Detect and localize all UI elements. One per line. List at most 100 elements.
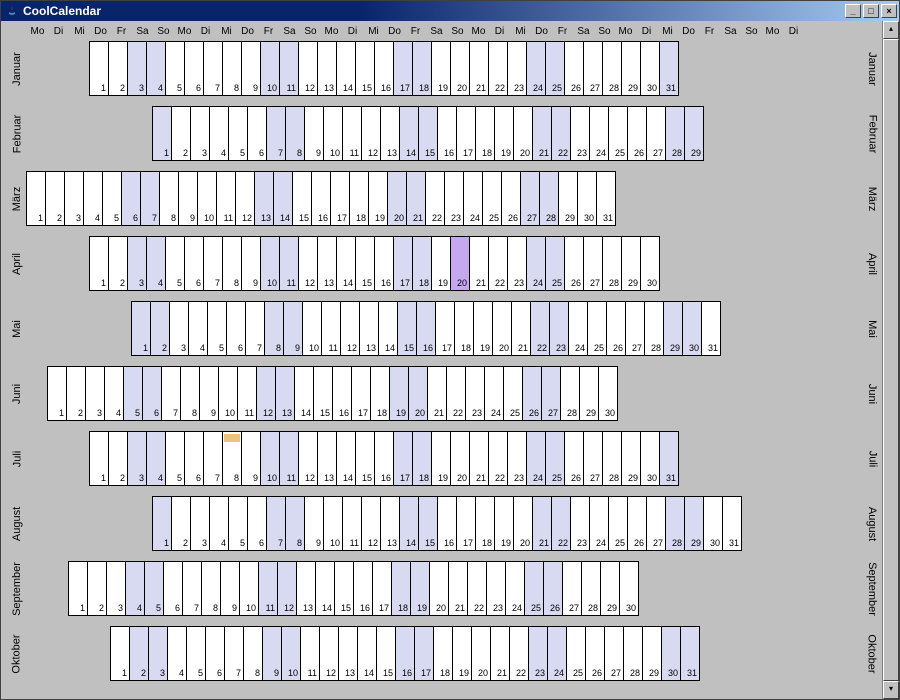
day-cell[interactable]: 10 <box>260 41 280 96</box>
day-cell[interactable]: 11 <box>342 496 362 551</box>
day-cell[interactable]: 27 <box>646 496 666 551</box>
day-cell[interactable]: 20 <box>513 106 533 161</box>
day-cell[interactable]: 8 <box>285 106 305 161</box>
day-cell[interactable]: 15 <box>313 366 333 421</box>
day-cell[interactable]: 31 <box>596 171 616 226</box>
day-cell[interactable]: 29 <box>621 236 641 291</box>
day-cell[interactable]: 10 <box>260 236 280 291</box>
day-cell[interactable]: 12 <box>298 236 318 291</box>
day-cell[interactable]: 23 <box>549 301 569 356</box>
day-cell[interactable]: 30 <box>640 431 660 486</box>
day-cell[interactable]: 17 <box>456 106 476 161</box>
day-cell[interactable]: 16 <box>311 171 331 226</box>
day-cell[interactable]: 28 <box>602 41 622 96</box>
day-cell[interactable]: 6 <box>226 301 246 356</box>
day-cell[interactable]: 22 <box>551 496 571 551</box>
day-cell[interactable]: 25 <box>566 626 586 681</box>
day-cell[interactable]: 3 <box>127 236 147 291</box>
day-cell[interactable]: 23 <box>507 236 527 291</box>
day-cell[interactable]: 31 <box>701 301 721 356</box>
day-cell[interactable]: 13 <box>317 431 337 486</box>
day-cell[interactable]: 14 <box>357 626 377 681</box>
day-cell[interactable]: 25 <box>608 106 628 161</box>
day-cell[interactable]: 6 <box>121 171 141 226</box>
day-cell[interactable]: 19 <box>473 301 493 356</box>
day-cell[interactable]: 19 <box>389 366 409 421</box>
day-cell[interactable]: 9 <box>304 106 324 161</box>
day-cell[interactable]: 18 <box>349 171 369 226</box>
day-cell[interactable]: 10 <box>239 561 259 616</box>
day-cell[interactable]: 21 <box>532 106 552 161</box>
day-cell[interactable]: 5 <box>165 41 185 96</box>
day-cell[interactable]: 26 <box>627 106 647 161</box>
day-cell[interactable]: 17 <box>351 366 371 421</box>
day-cell[interactable]: 12 <box>298 431 318 486</box>
day-cell[interactable]: 8 <box>159 171 179 226</box>
day-cell[interactable]: 11 <box>216 171 236 226</box>
day-cell[interactable]: 29 <box>621 41 641 96</box>
day-cell[interactable]: 21 <box>532 496 552 551</box>
day-cell[interactable]: 3 <box>85 366 105 421</box>
day-cell[interactable]: 29 <box>642 626 662 681</box>
day-cell[interactable]: 15 <box>397 301 417 356</box>
day-cell[interactable]: 14 <box>336 431 356 486</box>
day-cell[interactable]: 14 <box>336 41 356 96</box>
day-cell[interactable]: 1 <box>47 366 67 421</box>
day-cell[interactable]: 12 <box>256 366 276 421</box>
day-cell[interactable]: 2 <box>129 626 149 681</box>
day-cell[interactable]: 18 <box>454 301 474 356</box>
day-cell[interactable]: 28 <box>560 366 580 421</box>
day-cell[interactable]: 4 <box>146 236 166 291</box>
day-cell[interactable]: 21 <box>469 236 489 291</box>
day-cell[interactable]: 10 <box>323 496 343 551</box>
day-cell[interactable]: 6 <box>205 626 225 681</box>
day-cell[interactable]: 20 <box>387 171 407 226</box>
day-cell[interactable]: 18 <box>433 626 453 681</box>
day-cell[interactable]: 7 <box>140 171 160 226</box>
day-cell[interactable]: 7 <box>266 496 286 551</box>
day-cell[interactable]: 28 <box>581 561 601 616</box>
day-cell[interactable]: 20 <box>408 366 428 421</box>
day-cell[interactable]: 27 <box>625 301 645 356</box>
day-cell[interactable]: 22 <box>446 366 466 421</box>
day-cell[interactable]: 15 <box>292 171 312 226</box>
maximize-button[interactable]: □ <box>863 4 879 18</box>
day-cell[interactable]: 24 <box>526 431 546 486</box>
day-cell[interactable]: 9 <box>241 431 261 486</box>
day-cell[interactable]: 14 <box>399 106 419 161</box>
day-cell[interactable]: 17 <box>435 301 455 356</box>
day-cell[interactable]: 8 <box>285 496 305 551</box>
day-cell[interactable]: 10 <box>260 431 280 486</box>
day-cell[interactable]: 21 <box>448 561 468 616</box>
scroll-thumb[interactable] <box>883 39 899 681</box>
day-cell[interactable]: 15 <box>355 431 375 486</box>
day-cell[interactable]: 24 <box>526 41 546 96</box>
day-cell[interactable]: 15 <box>418 106 438 161</box>
day-cell[interactable]: 20 <box>429 561 449 616</box>
day-cell[interactable]: 22 <box>509 626 529 681</box>
day-cell[interactable]: 22 <box>530 301 550 356</box>
day-cell[interactable]: 21 <box>427 366 447 421</box>
day-cell[interactable]: 4 <box>209 106 229 161</box>
vertical-scrollbar[interactable]: ▴ ▾ <box>882 21 899 699</box>
day-cell[interactable]: 27 <box>583 431 603 486</box>
day-cell[interactable]: 13 <box>254 171 274 226</box>
day-cell[interactable]: 31 <box>680 626 700 681</box>
day-cell[interactable]: 16 <box>437 106 457 161</box>
day-cell[interactable]: 6 <box>163 561 183 616</box>
day-cell[interactable]: 2 <box>45 171 65 226</box>
day-cell[interactable]: 8 <box>180 366 200 421</box>
day-cell[interactable]: 17 <box>372 561 392 616</box>
day-cell[interactable]: 19 <box>368 171 388 226</box>
day-cell[interactable]: 9 <box>199 366 219 421</box>
day-cell[interactable]: 10 <box>323 106 343 161</box>
day-cell[interactable]: 13 <box>317 236 337 291</box>
day-cell[interactable]: 26 <box>522 366 542 421</box>
day-cell[interactable]: 6 <box>142 366 162 421</box>
day-cell[interactable]: 2 <box>66 366 86 421</box>
day-cell[interactable]: 1 <box>89 431 109 486</box>
day-cell[interactable]: 13 <box>296 561 316 616</box>
day-cell[interactable]: 7 <box>203 236 223 291</box>
day-cell[interactable]: 24 <box>484 366 504 421</box>
day-cell[interactable]: 21 <box>469 431 489 486</box>
